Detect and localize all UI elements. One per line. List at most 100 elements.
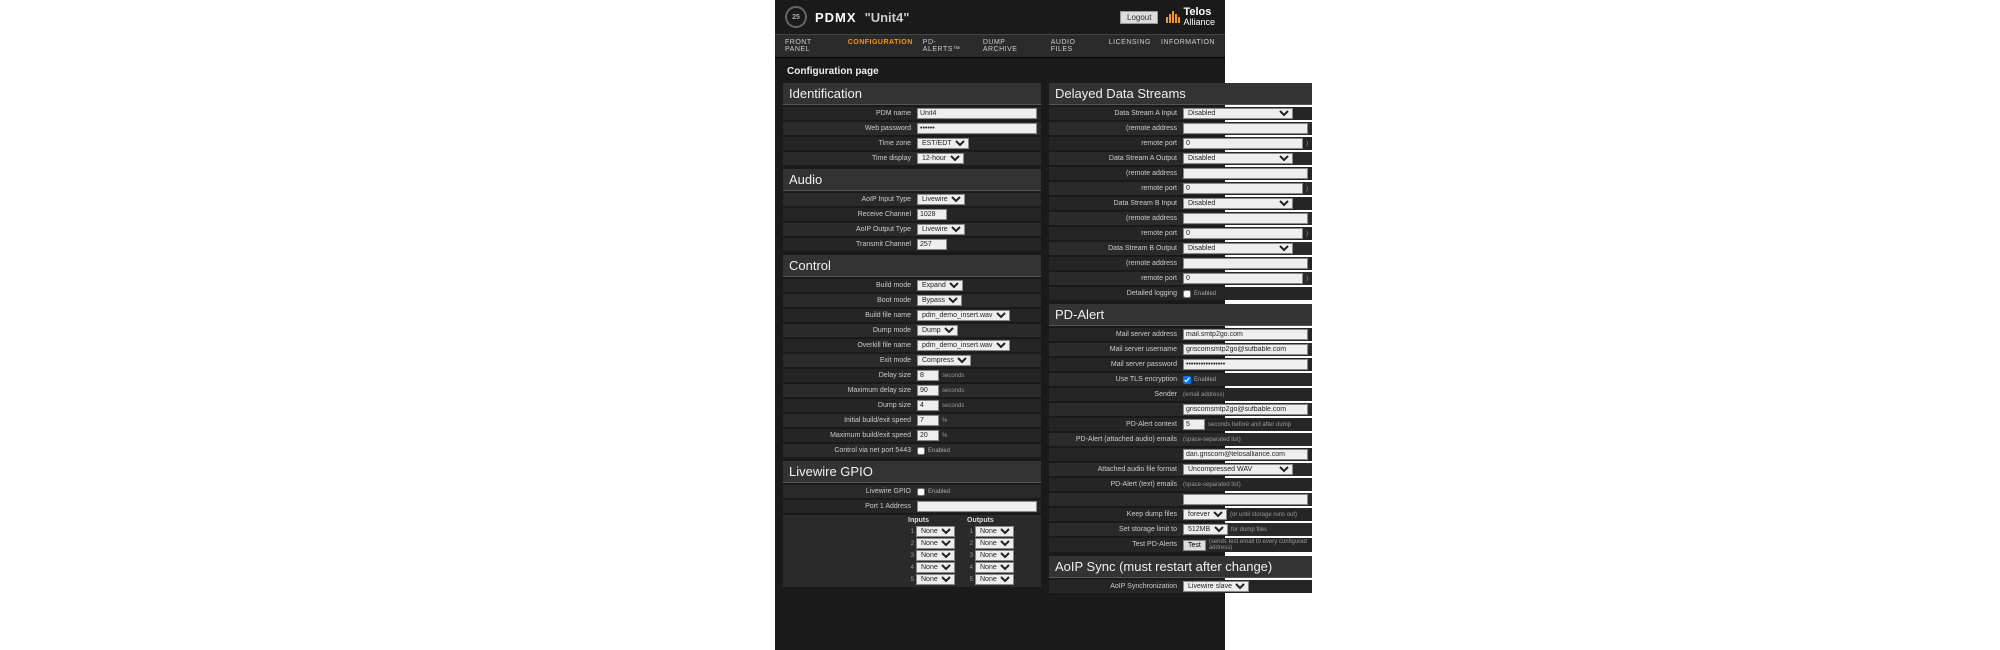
nav-pd-alerts[interactable]: PD-ALERTS™	[923, 39, 973, 53]
nav-information[interactable]: INFORMATION	[1161, 39, 1215, 53]
remote-addr-label: (remote address	[1053, 260, 1183, 268]
aoip-sync-label: AoIP Synchronization	[1053, 583, 1183, 591]
remote-addr-label: (remote address	[1053, 125, 1183, 133]
sender-input[interactable]	[1183, 404, 1308, 415]
mail-server-input[interactable]	[1183, 329, 1308, 340]
stream-a-out-port[interactable]	[1183, 183, 1303, 194]
audio-fmt-select[interactable]: Uncompressed WAV	[1183, 464, 1293, 475]
overkill-file-select[interactable]: pdm_demo_insert.wav	[917, 340, 1010, 351]
build-file-select[interactable]: pdm_demo_insert.wav	[917, 310, 1010, 321]
net-port-label: Control via net port 5443	[787, 447, 917, 455]
bars-icon	[1166, 11, 1180, 23]
mail-user-input[interactable]	[1183, 344, 1308, 355]
web-password-input[interactable]	[917, 123, 1037, 134]
context-input[interactable]	[1183, 419, 1205, 430]
gpio-input-4[interactable]: None	[916, 562, 955, 573]
right-column: Delayed Data Streams Data Stream A Input…	[1049, 81, 1312, 642]
max-speed-label: Maximum build/exit speed	[787, 432, 917, 440]
dump-size-input[interactable]	[917, 400, 939, 411]
gpio-output-4[interactable]: None	[975, 562, 1014, 573]
pdm-name-input[interactable]	[917, 108, 1037, 119]
storage-limit-select[interactable]: 512MB	[1183, 524, 1228, 535]
seconds-unit: seconds	[942, 373, 964, 379]
build-mode-select[interactable]: Expand	[917, 280, 963, 291]
stream-a-out-addr[interactable]	[1183, 168, 1308, 179]
stream-b-in-port[interactable]	[1183, 228, 1303, 239]
delay-size-label: Delay size	[787, 372, 917, 380]
stream-a-in-addr[interactable]	[1183, 123, 1308, 134]
enabled-text: Enabled	[928, 489, 950, 495]
boot-mode-select[interactable]: Bypass	[917, 295, 962, 306]
main-columns: Identification PDM name Web password Tim…	[775, 81, 1225, 650]
nav-audio-files[interactable]: AUDIO FILES	[1051, 39, 1099, 53]
context-label: PD-Alert context	[1053, 421, 1183, 429]
time-display-label: Time display	[787, 155, 917, 163]
gpio-input-2[interactable]: None	[916, 538, 955, 549]
stream-a-in-port[interactable]	[1183, 138, 1303, 149]
lw-gpio-checkbox[interactable]	[917, 488, 925, 496]
test-label: Test PD-Alerts	[1053, 541, 1183, 549]
app-window: 25 PDMX "Unit4" Logout TelosAlliance FRO…	[775, 0, 1225, 650]
audio-emails-label: PD-Alert (attached audio) emails	[1053, 436, 1183, 444]
init-speed-input[interactable]	[917, 415, 939, 426]
gpio-input-5[interactable]: None	[916, 574, 955, 585]
max-speed-input[interactable]	[917, 430, 939, 441]
stream-b-in-select[interactable]: Disabled	[1183, 198, 1293, 209]
gpio-input-3[interactable]: None	[916, 550, 955, 561]
gpio-input-1[interactable]: None	[916, 526, 955, 537]
stream-a-out-select[interactable]: Disabled	[1183, 153, 1293, 164]
time-zone-select[interactable]: EST/EDT	[917, 138, 969, 149]
audio-emails-input[interactable]	[1183, 449, 1308, 460]
delay-size-input[interactable]	[917, 370, 939, 381]
stream-a-in-select[interactable]: Disabled	[1183, 108, 1293, 119]
mail-pass-input[interactable]	[1183, 359, 1308, 370]
receive-channel-label: Receive Channel	[787, 211, 917, 219]
gpio-table: Inputs 1None 2None 3None 4None 5None Out…	[783, 515, 1041, 587]
nav-configuration[interactable]: CONFIGURATION	[848, 39, 913, 53]
gpio-output-5[interactable]: None	[975, 574, 1014, 585]
left-column: Identification PDM name Web password Tim…	[783, 81, 1041, 642]
section-identification: Identification	[783, 83, 1041, 105]
stream-b-in-label: Data Stream B Input	[1053, 200, 1183, 208]
stream-b-out-select[interactable]: Disabled	[1183, 243, 1293, 254]
dump-size-label: Dump size	[787, 402, 917, 410]
enabled-text: Enabled	[1194, 377, 1216, 383]
gpio-output-1[interactable]: None	[975, 526, 1014, 537]
keep-dump-label: Keep dump files	[1053, 511, 1183, 519]
dump-mode-select[interactable]: Dump	[917, 325, 958, 336]
audio-fmt-label: Attached audio file format	[1053, 466, 1183, 474]
detailed-log-checkbox[interactable]	[1183, 290, 1191, 298]
exit-mode-select[interactable]: Compress	[917, 355, 971, 366]
logout-button[interactable]: Logout	[1120, 11, 1158, 24]
list-hint: (space-separated list)	[1183, 437, 1241, 443]
stream-b-out-port[interactable]	[1183, 273, 1303, 284]
sender-label: Sender	[1053, 391, 1183, 399]
time-zone-label: Time zone	[787, 140, 917, 148]
nav-licensing[interactable]: LICENSING	[1109, 39, 1151, 53]
aoip-input-type-select[interactable]: Livewire	[917, 194, 965, 205]
max-delay-size-input[interactable]	[917, 385, 939, 396]
net-port-checkbox[interactable]	[917, 447, 925, 455]
aoip-output-type-select[interactable]: Livewire	[917, 224, 965, 235]
test-button[interactable]: Test	[1183, 540, 1206, 551]
tls-checkbox[interactable]	[1183, 376, 1191, 384]
section-control: Control	[783, 255, 1041, 277]
section-aoip-sync: AoIP Sync (must restart after change)	[1049, 556, 1312, 578]
transmit-channel-input[interactable]	[917, 239, 947, 250]
keep-dump-select[interactable]: forever	[1183, 509, 1227, 520]
gpio-output-3[interactable]: None	[975, 550, 1014, 561]
port1-input[interactable]	[917, 501, 1037, 512]
section-delayed: Delayed Data Streams	[1049, 83, 1312, 105]
stream-b-in-addr[interactable]	[1183, 213, 1308, 224]
pct-unit: %	[942, 418, 947, 424]
stream-b-out-addr[interactable]	[1183, 258, 1308, 269]
gpio-output-2[interactable]: None	[975, 538, 1014, 549]
receive-channel-input[interactable]	[917, 209, 947, 220]
text-emails-input[interactable]	[1183, 494, 1308, 505]
max-delay-size-label: Maximum delay size	[787, 387, 917, 395]
time-display-select[interactable]: 12-hour	[917, 153, 964, 164]
aoip-sync-select[interactable]: Livewire slave	[1183, 581, 1249, 592]
nav-front-panel[interactable]: FRONT PANEL	[785, 39, 838, 53]
app-title: PDMX	[815, 10, 857, 25]
nav-dump-archive[interactable]: DUMP ARCHIVE	[983, 39, 1041, 53]
